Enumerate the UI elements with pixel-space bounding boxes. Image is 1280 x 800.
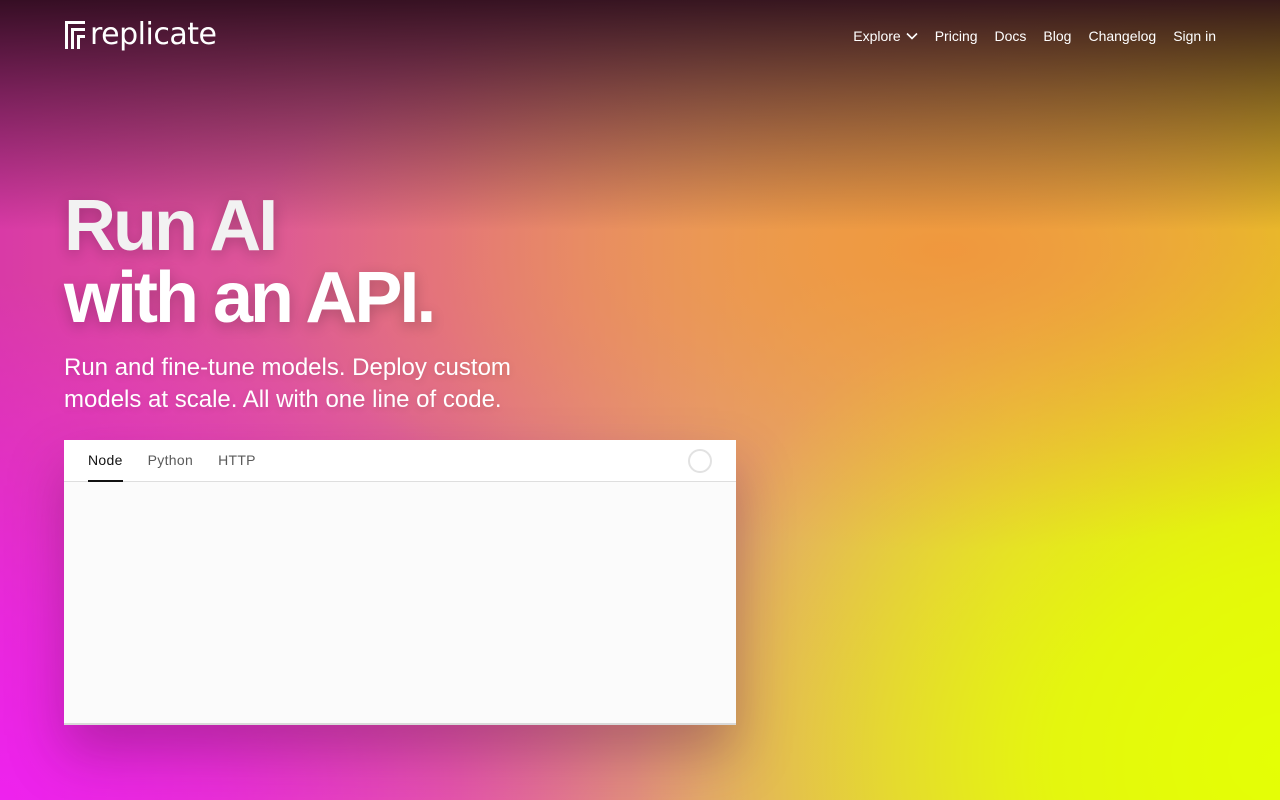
hero-headline-line1: Run AI: [64, 186, 278, 266]
hero-headline: Run AI with an API.: [64, 190, 704, 334]
nav-explore[interactable]: Explore: [853, 27, 918, 45]
nav-sign-in[interactable]: Sign in: [1173, 27, 1216, 45]
hero-section: Run AI with an API. Run and fine-tune mo…: [64, 190, 704, 416]
nav-changelog[interactable]: Changelog: [1088, 27, 1156, 45]
tab-node[interactable]: Node: [88, 440, 123, 482]
site-header: replicate Explore Pricing Docs Blog Chan…: [0, 0, 1280, 72]
code-language-tabs: Node Python HTTP: [64, 440, 736, 482]
code-body: [64, 482, 736, 723]
code-example-panel: Node Python HTTP: [64, 440, 736, 725]
nav-pricing[interactable]: Pricing: [935, 27, 978, 45]
replicate-logo-link[interactable]: replicate: [64, 17, 217, 52]
nav-blog[interactable]: Blog: [1043, 27, 1071, 45]
hero-headline-line2: with an API.: [64, 258, 436, 338]
nav-docs[interactable]: Docs: [995, 27, 1027, 45]
nav-explore-label: Explore: [853, 28, 901, 44]
chevron-down-icon: [906, 32, 918, 40]
main-nav: Explore Pricing Docs Blog Changelog Sign…: [853, 27, 1216, 45]
tab-http[interactable]: HTTP: [218, 440, 256, 481]
replicate-logo-icon: [65, 21, 85, 49]
loading-spinner-icon: [688, 449, 712, 473]
hero-subhead: Run and fine-tune models. Deploy custom …: [64, 354, 511, 413]
brand-name: replicate: [90, 17, 217, 52]
tab-python[interactable]: Python: [148, 440, 193, 481]
